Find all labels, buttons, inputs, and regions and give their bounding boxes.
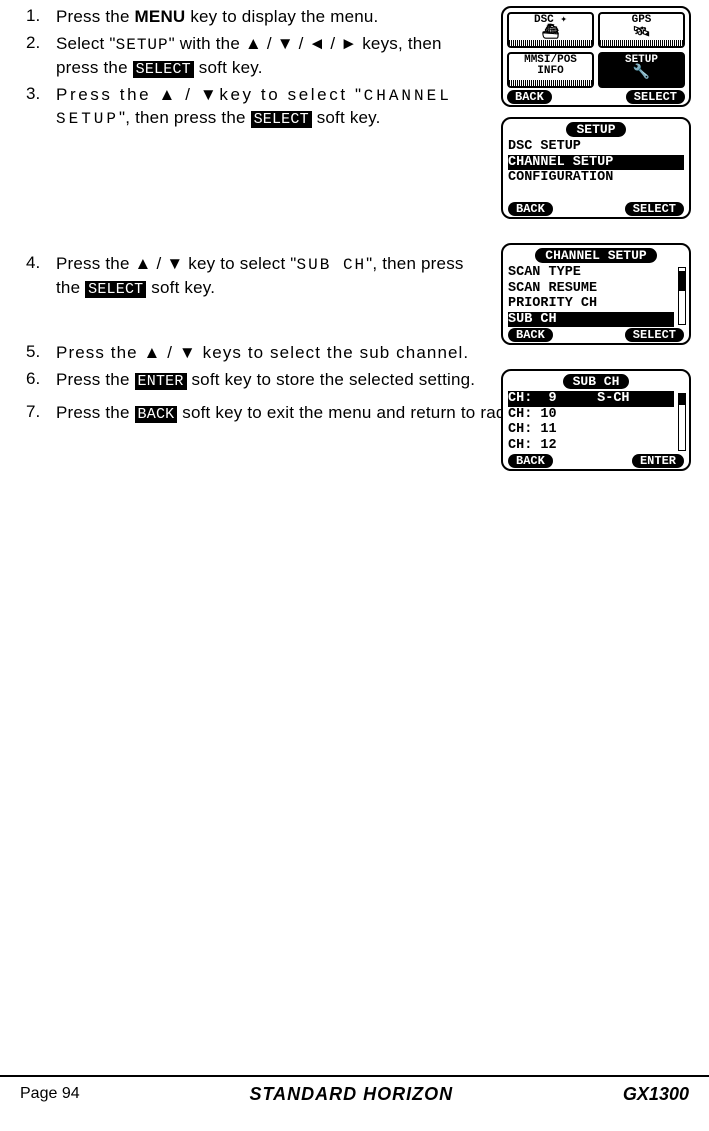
step-5: 5. Press the ▲ / ▼ keys to select the su… [26, 342, 486, 365]
step-number: 6. [26, 369, 56, 389]
satellite-icon: 🛰︎ [600, 26, 683, 40]
screen-title: SUB CH [563, 374, 630, 389]
screen-menu-icons: DSC ✦ ⛴ GPS 🛰︎ MMSI/POS INFO SETUP 🔧 BAC… [501, 6, 691, 107]
step-text: Press the ▲ / ▼key to select "CHANNEL SE… [56, 84, 486, 131]
softkey-select: SELECT [626, 90, 685, 104]
screen-setup: SETUP DSC SETUP CHANNEL SETUP CONFIGURAT… [501, 117, 691, 219]
step-1: 1. Press the MENU key to display the men… [26, 6, 486, 29]
step-number: 5. [26, 342, 56, 362]
softkey-back: BACK [507, 90, 552, 104]
softkey-select: SELECT [625, 328, 684, 342]
menu-item-selected: CH: 9 S-CH [508, 391, 674, 407]
back-softkey-ref: BACK [135, 406, 178, 423]
screen-sub-ch: SUB CH CH: 9 S-CH CH: 10 CH: 11 CH: 12 B… [501, 369, 691, 471]
menu-item-selected: SUB CH [508, 312, 674, 328]
screen-title: SETUP [566, 122, 625, 137]
menu-item: SCAN RESUME [508, 281, 674, 297]
screen-title: CHANNEL SETUP [535, 248, 656, 263]
menu-item: CH: 10 [508, 407, 674, 423]
scrollbar [678, 267, 686, 325]
step-number: 4. [26, 253, 56, 273]
menu-icon-gps: GPS 🛰︎ [598, 12, 685, 48]
menu-icon-dsc: DSC ✦ ⛴ [507, 12, 594, 48]
select-softkey-ref: SELECT [85, 281, 146, 298]
menu-key: MENU [135, 7, 186, 26]
model-number: GX1300 [623, 1084, 689, 1105]
menu-item: CH: 12 [508, 438, 674, 454]
screen-channel-setup: CHANNEL SETUP SCAN TYPE SCAN RESUME PRIO… [501, 243, 691, 345]
page-footer: Page 94 STANDARD HORIZON GX1300 [0, 1075, 709, 1111]
step-3: 3. Press the ▲ / ▼key to select "CHANNEL… [26, 84, 486, 131]
step-6: 6. Press the ENTER soft key to store the… [26, 369, 486, 392]
step-text: Press the ENTER soft key to store the se… [56, 369, 486, 392]
step-text: Press the ▲ / ▼ keys to select the sub c… [56, 342, 486, 365]
scrollbar [678, 393, 686, 451]
menu-item: DSC SETUP [508, 139, 684, 155]
step-text: Press the MENU key to display the menu. [56, 6, 486, 29]
step-number: 7. [26, 402, 56, 422]
softkey-back: BACK [508, 202, 553, 216]
step-text: Press the ▲ / ▼ key to select "SUB CH", … [56, 253, 486, 300]
screens-column: DSC ✦ ⛴ GPS 🛰︎ MMSI/POS INFO SETUP 🔧 BAC… [501, 6, 691, 481]
brand-logo: STANDARD HORIZON [249, 1084, 453, 1105]
step-number: 2. [26, 33, 56, 53]
softkey-back: BACK [508, 328, 553, 342]
softkey-enter: ENTER [632, 454, 684, 468]
step-text: Select "SETUP" with the ▲ / ▼ / ◄ / ► ke… [56, 33, 486, 80]
menu-item: SCAN TYPE [508, 265, 674, 281]
enter-softkey-ref: ENTER [135, 373, 187, 390]
menu-item: PRIORITY CH [508, 296, 674, 312]
softkey-select: SELECT [625, 202, 684, 216]
boat-icon: ⛴ [509, 26, 592, 40]
menu-item-selected: CHANNEL SETUP [508, 155, 684, 171]
menu-item: CONFIGURATION [508, 170, 684, 186]
menu-icon-mmsi: MMSI/POS INFO [507, 52, 594, 88]
step-4: 4. Press the ▲ / ▼ key to select "SUB CH… [26, 253, 486, 300]
step-2: 2. Select "SETUP" with the ▲ / ▼ / ◄ / ►… [26, 33, 486, 80]
select-softkey-ref: SELECT [133, 61, 194, 78]
menu-icon-setup: SETUP 🔧 [598, 52, 685, 88]
softkey-back: BACK [508, 454, 553, 468]
select-softkey-ref: SELECT [251, 111, 312, 128]
step-number: 3. [26, 84, 56, 104]
wrench-icon: 🔧 [600, 66, 683, 80]
page-number: Page 94 [20, 1085, 80, 1103]
step-number: 1. [26, 6, 56, 26]
menu-item: CH: 11 [508, 422, 674, 438]
